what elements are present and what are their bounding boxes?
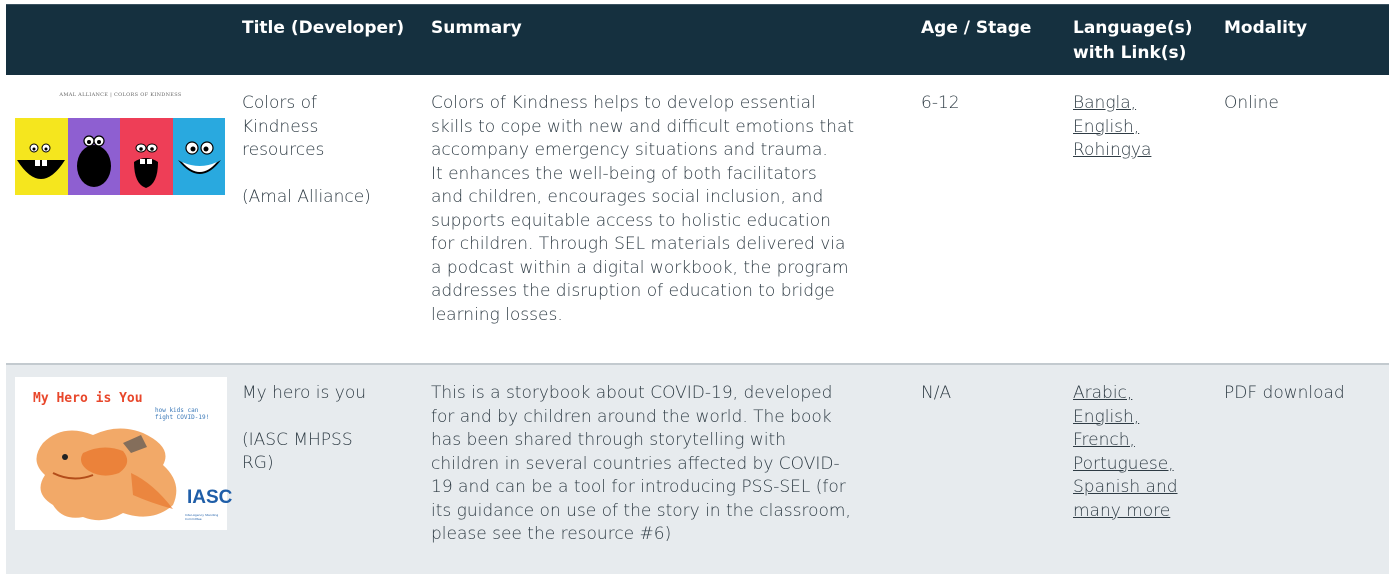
resource-title-cell: Colors of Kindness resources (Amal Allia…	[242, 92, 412, 209]
title-line: resources	[242, 140, 325, 160]
summary-line: skills to cope with new and difficult em…	[431, 116, 855, 137]
language-link-spanish[interactable]: Spanish and	[1073, 476, 1213, 500]
header-languages: Language(s) with Link(s)	[1073, 16, 1193, 66]
resource-title: My hero is you	[242, 383, 367, 403]
blue-monster-icon	[177, 141, 221, 174]
resource-languages: Arabic, English, French, Portuguese, Spa…	[1073, 382, 1213, 523]
developer-line: RG)	[242, 453, 274, 473]
title-line: Kindness	[242, 116, 319, 137]
resource-title: Colors of Kindness resources	[242, 92, 412, 163]
cover-menu-dots	[21, 110, 220, 125]
language-link-arabic[interactable]: Arabic,	[1073, 382, 1213, 406]
cover-title: My Hero is You	[33, 391, 143, 406]
summary-line: supports equitable access to holistic ed…	[431, 210, 831, 231]
language-link-english[interactable]: English,	[1073, 406, 1213, 430]
blue-character-panel	[172, 118, 225, 195]
iasc-logo-subtitle: Inter-Agency Standing Committee	[185, 513, 219, 521]
developer-line: (IASC MHPSS	[242, 429, 353, 450]
yellow-character-panel	[15, 118, 68, 195]
resource-languages: Bangla, English, Rohingya	[1073, 92, 1213, 163]
resource-age: N/A	[921, 383, 952, 403]
summary-line: and children, encourages social inclusio…	[431, 187, 824, 207]
resource-developer: (Amal Alliance)	[242, 186, 371, 207]
table-row: My Hero is You how kids can fight COVID-…	[6, 365, 1389, 574]
summary-line: This is a storybook about COVID-19, deve…	[431, 383, 833, 403]
summary-line: learning losses.	[431, 304, 563, 325]
language-link-many-more[interactable]: many more	[1073, 500, 1213, 524]
summary-line: accompany emergency situations and traum…	[431, 140, 828, 160]
header-languages-line1: Language(s)	[1073, 18, 1193, 38]
table-header: Title (Developer) Summary Age / Stage La…	[6, 4, 1389, 75]
table-row: AMAL ALLIANCE | COLORS OF KINDNESS Color…	[6, 75, 1389, 365]
resource-age: 6-12	[921, 93, 960, 113]
language-link-french[interactable]: French,	[1073, 429, 1213, 453]
summary-line: has been shared through storytelling wit…	[431, 430, 786, 450]
summary-line: a podcast within a digital workbook, the…	[431, 257, 849, 278]
summary-line: 19 and can be a tool for introducing PSS…	[431, 477, 846, 497]
iasc-logo: IASC	[187, 487, 233, 508]
header-title-developer: Title (Developer)	[242, 18, 405, 38]
resource-developer: (IASC MHPSS RG)	[242, 429, 412, 476]
my-hero-is-you-cover-image: My Hero is You how kids can fight COVID-…	[15, 377, 232, 530]
purple-monster-icon	[76, 135, 111, 187]
summary-line: for children. Through SEL materials deli…	[431, 234, 846, 254]
summary-line: please see the resource #6)	[431, 524, 672, 544]
language-link-bangla[interactable]: Bangla,	[1073, 92, 1213, 116]
summary-line: Colors of Kindness helps to develop esse…	[431, 93, 816, 113]
header-rule	[6, 4, 1389, 5]
language-link-english[interactable]: English,	[1073, 116, 1213, 140]
header-languages-line2: with Link(s)	[1073, 43, 1187, 63]
summary-line: for and by children around the world. Th…	[431, 406, 832, 427]
cover-caption: AMAL ALLIANCE | COLORS OF KINDNESS	[59, 92, 182, 98]
resource-title-cell: My hero is you (IASC MHPSS RG)	[242, 382, 412, 476]
summary-line: It enhances the well-being of both facil…	[431, 163, 817, 184]
language-link-portuguese[interactable]: Portuguese,	[1073, 453, 1213, 477]
resource-modality: PDF download	[1224, 383, 1345, 403]
resource-summary: Colors of Kindness helps to develop esse…	[431, 92, 916, 327]
red-character-panel	[120, 118, 173, 195]
purple-character-panel	[67, 118, 120, 195]
title-line: Colors of	[242, 93, 318, 113]
summary-line: its guidance on use of the story in the …	[431, 500, 851, 521]
header-modality: Modality	[1224, 18, 1308, 38]
yellow-monster-icon	[17, 143, 65, 179]
header-age-stage: Age / Stage	[921, 18, 1032, 38]
summary-line: children in several countries affected b…	[431, 453, 840, 474]
colors-of-kindness-cover-image: AMAL ALLIANCE | COLORS OF KINDNESS	[15, 86, 226, 195]
language-link-rohingya[interactable]: Rohingya	[1073, 139, 1213, 163]
resource-modality: Online	[1224, 93, 1279, 113]
header-summary: Summary	[431, 18, 522, 38]
resource-summary: This is a storybook about COVID-19, deve…	[431, 382, 916, 547]
summary-line: addresses the disruption of education to…	[431, 281, 835, 301]
dragon-illustration-icon	[36, 428, 177, 521]
red-monster-icon	[134, 143, 158, 188]
